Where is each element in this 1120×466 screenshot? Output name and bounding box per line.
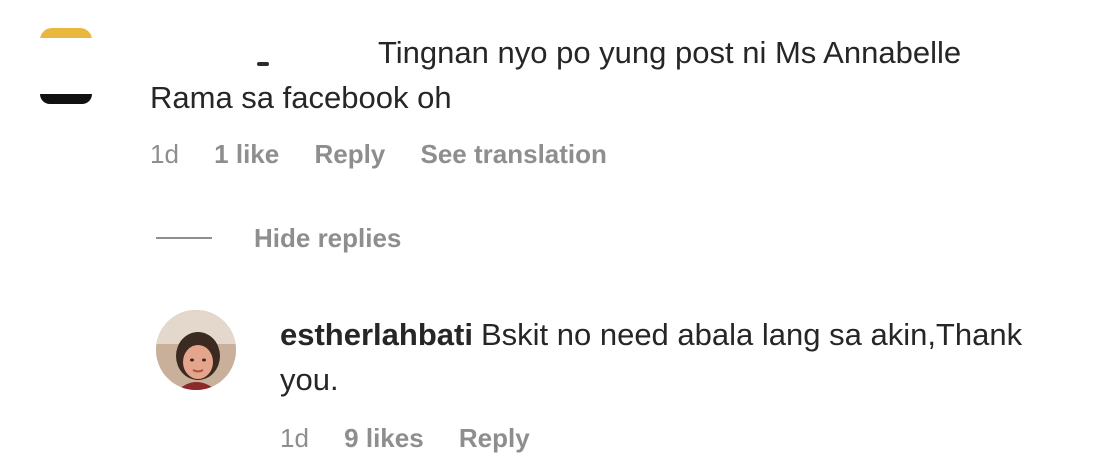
reply-meta: 1d 9 likes Reply (280, 422, 558, 454)
avatar-redaction (40, 38, 92, 94)
comment-meta: 1d 1 like Reply See translation (150, 138, 635, 170)
reply-avatar[interactable] (156, 310, 236, 390)
hide-replies-line (156, 237, 212, 239)
reply-time[interactable]: 1d (280, 423, 309, 453)
comment-time[interactable]: 1d (150, 139, 179, 169)
hide-replies-label[interactable]: Hide replies (254, 223, 401, 254)
reply-likes[interactable]: 9 likes (344, 423, 424, 453)
comment-text: Tingnan nyo po yung post ni Ms Annabelle… (150, 35, 962, 115)
reply-content: estherlahbati Bskit no need abala lang sa… (280, 312, 1080, 402)
comment-likes[interactable]: 1 like (214, 139, 279, 169)
comment-avatar[interactable] (40, 28, 92, 104)
hide-replies-toggle[interactable]: Hide replies (156, 222, 401, 254)
reply-avatar-photo (156, 310, 236, 390)
comment-reply-button[interactable]: Reply (314, 139, 385, 169)
see-translation-button[interactable]: See translation (421, 139, 607, 169)
avatar-bottom-arc (40, 94, 92, 104)
reply-reply-button[interactable]: Reply (459, 423, 530, 453)
reply-username[interactable]: estherlahbati (280, 317, 473, 352)
